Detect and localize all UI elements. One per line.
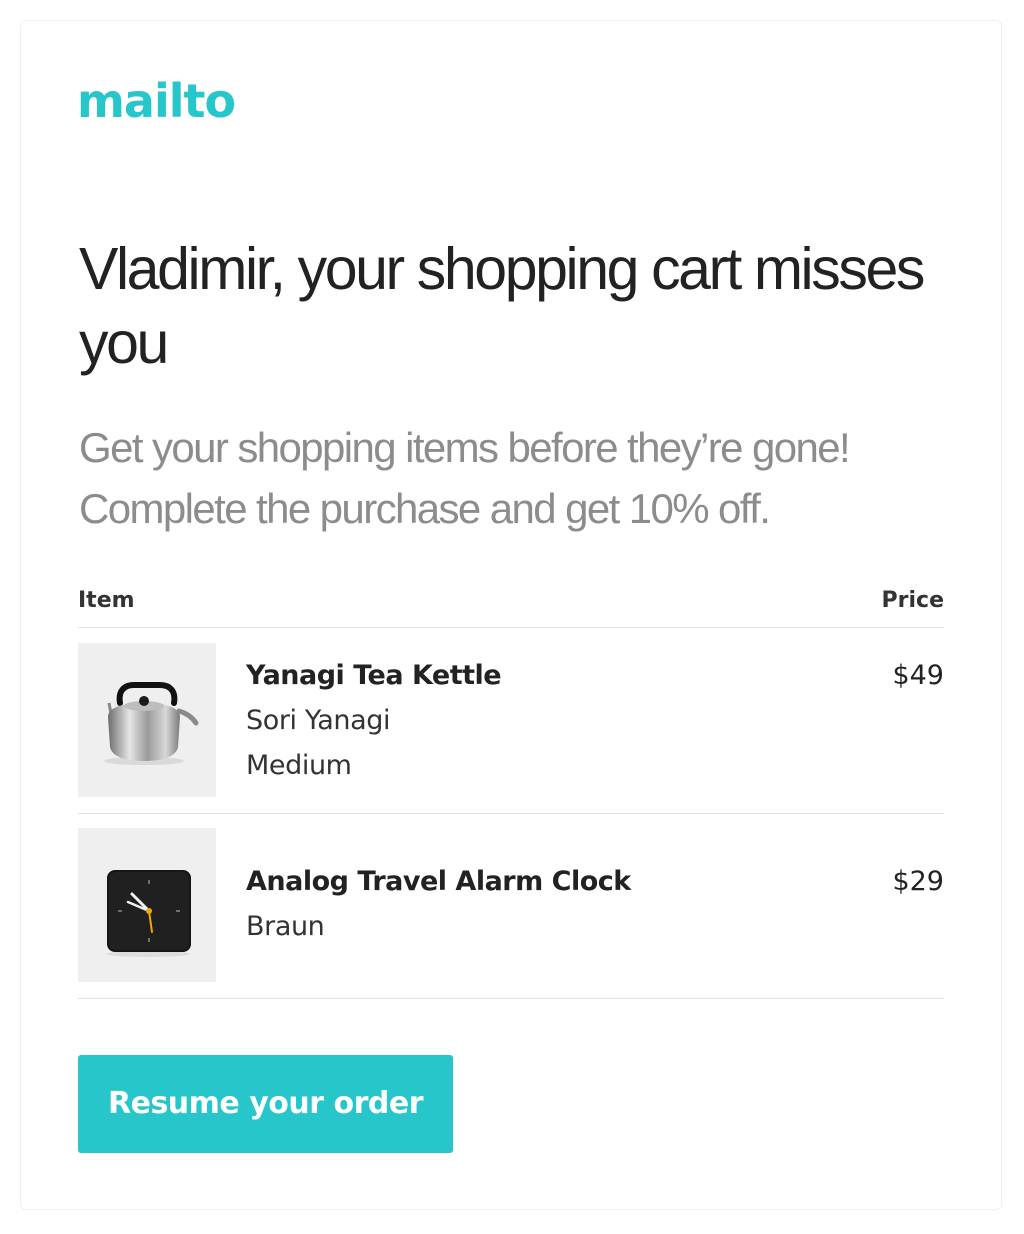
brand-logo[interactable]: mailto [77,74,236,128]
divider [78,998,944,999]
product-image-kettle[interactable] [78,643,216,797]
product-name[interactable]: Yanagi Tea Kettle [246,660,502,691]
kettle-icon [104,682,199,765]
product-price: $29 [892,866,944,897]
column-header-item: Item [78,588,135,613]
column-header-price: Price [881,588,944,613]
email-card [20,20,1002,1210]
divider [78,813,944,814]
product-variant: Medium [246,750,352,781]
product-price: $49 [892,660,944,691]
resume-order-button[interactable]: Resume your order [78,1055,453,1153]
product-brand: Braun [246,911,325,942]
divider [78,627,944,628]
subheadline: Get your shopping items before they’re g… [79,424,851,532]
product-image-clock[interactable] [78,828,216,982]
headline: Vladimir, your shopping cart misses you [79,236,925,376]
alarm-clock-icon [106,870,191,957]
product-brand: Sori Yanagi [246,705,391,736]
product-name[interactable]: Analog Travel Alarm Clock [246,866,631,897]
